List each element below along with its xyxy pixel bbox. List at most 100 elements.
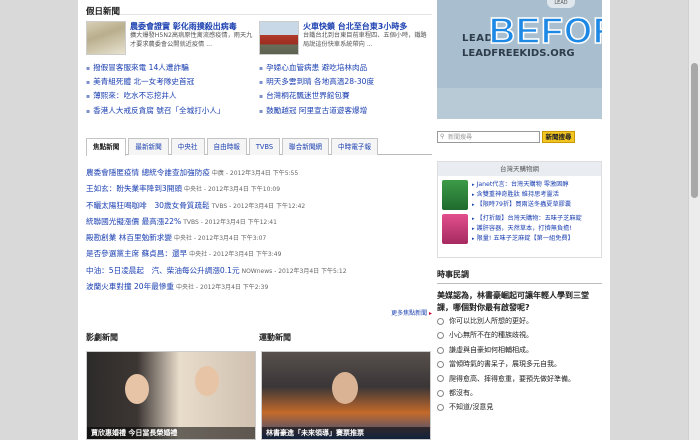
main-column: 假日新聞 農委會證實 彰化雨撲殺出病毒 擴大爆發H5N2高病原性禽流感疫情，雨天… <box>86 0 432 440</box>
poll-option[interactable]: 你可以比別人所想的更好。 <box>437 314 602 328</box>
news-item: 是否參選黨主席 蘇貞昌：還早 中央社 - 2012年3月4日 下午3:49 <box>86 246 432 262</box>
entertainment-news-title: 影劇新聞 <box>86 333 118 342</box>
feature-row: 農委會證實 彰化雨撲殺出病毒 擴大爆發H5N2高病原性禽流感疫情，雨天九才要求農… <box>86 21 432 57</box>
lead-free-ad[interactable]: LEAD LEAD LEADFREEKIDS.ORG BEFORE <box>437 0 602 119</box>
poll-option[interactable]: 謙虛與自豪如何相輔相成。 <box>437 343 602 357</box>
holiday-news-title: 假日新聞 <box>86 0 432 17</box>
player-face <box>332 372 358 404</box>
supplement-product-image[interactable] <box>442 180 468 210</box>
radio-button[interactable] <box>437 332 444 340</box>
news-item: 不曬太陽狂喝咖啡 30歲女骨質疏鬆 TVBS - 2012年3月4日 下午12:4… <box>86 198 432 214</box>
search-placeholder: 新聞搜尋 <box>448 134 473 141</box>
news-item: 殿勘創業 林百里勉新求變 中央社 - 2012年3月4日 下午3:07 <box>86 230 432 246</box>
poll-option[interactable]: 爬得愈高、摔得愈重，要預先做好準備。 <box>437 372 602 386</box>
news-tabs: 焦點新聞 最新新聞 中央社 自由時報 TVBS 聯合新聞網 中時電子報 <box>86 136 432 156</box>
news-source: 中廣 - 2012年3月4日 下午5:55 <box>211 170 299 177</box>
tab-tvbs[interactable]: TVBS <box>248 138 281 155</box>
news-list: 農委會隱匿疫情 總統令誰查加強防疫 中廣 - 2012年3月4日 下午5:55 王… <box>86 165 432 295</box>
radio-button[interactable] <box>437 317 444 325</box>
tab-liberty[interactable]: 自由時報 <box>206 138 247 155</box>
sports-news-title: 運動新聞 <box>259 333 291 342</box>
tab-udn[interactable]: 聯合新聞網 <box>282 138 330 155</box>
news-link[interactable]: 薄熙來：吃水不忘挖井人 <box>86 89 259 103</box>
poll-box: 時事民調 美媒認為，林書豪崛起可讓年輕人學到三堂課，哪個對你最有啟發呢? 你可以… <box>437 269 602 415</box>
news-headline[interactable]: 不曬太陽狂喝咖啡 30歲女骨質疏鬆 <box>86 201 210 210</box>
news-source: 中央社 - 2012年3月4日 下午3:49 <box>189 251 282 259</box>
news-link[interactable]: 鼓勵越冠 阿里宣古道遊客爆增 <box>259 104 432 118</box>
radio-button[interactable] <box>437 404 444 412</box>
tab-latest[interactable]: 最新新聞 <box>128 138 169 155</box>
news-headline[interactable]: 是否參選黨主席 蘇貞昌：還早 <box>86 249 187 258</box>
shopping-ad-link[interactable]: 護肝容器，天然草本，打擠無負擔! <box>472 224 582 234</box>
radio-button[interactable] <box>437 389 444 397</box>
tab-focus[interactable]: 焦點新聞 <box>86 138 127 156</box>
tab-cna[interactable]: 中央社 <box>170 138 205 155</box>
news-source: 中央社 - 2012年3月4日 下午10:09 <box>183 186 281 194</box>
news-headline[interactable]: 王如玄：盼失業率降到3開頭 <box>86 184 182 193</box>
sports-caption[interactable]: 林書豪進「未來領導」賽票推票 <box>262 427 430 439</box>
chicken-thumbnail[interactable] <box>86 21 126 55</box>
news-headline[interactable]: 統聯國光擬漲價 最高漲22% <box>86 217 181 226</box>
news-source: 中央社 - 2012年3月4日 下午3:07 <box>173 235 267 243</box>
shopping-ad-title: 台灣天購物網 <box>438 162 601 176</box>
shopping-ad-link[interactable]: 限量! 五味子芝麻錠【第一組免費】 <box>472 234 582 244</box>
news-item: 統聯國光擬漲價 最高漲22% TVBS - 2012年3月4日 下午12:41 <box>86 214 432 230</box>
poll-option[interactable]: 不知道/沒意見 <box>437 400 602 414</box>
news-item: 王如玄：盼失業率降到3開頭 中央社 - 2012年3月4日 下午10:09 <box>86 181 432 197</box>
entertainment-caption[interactable]: 賈欣惠婚禮 今日當長榮婚禮 <box>87 427 255 439</box>
news-link[interactable]: 美青組死體 北一女考隊史首冠 <box>86 75 259 89</box>
news-source: TVBS - 2012年3月4日 下午12:41 <box>183 218 277 226</box>
shopping-ad-item[interactable]: Janet代言：台灣天購物 零激固醇 含雙重神奇胜肽 維持思考靈活 【限時79折… <box>438 176 601 210</box>
radio-button[interactable] <box>437 375 444 383</box>
shopping-ad-link[interactable]: 【限時79折】買兩送冬蟲夏草膠囊 <box>472 200 572 210</box>
shopping-ad-link[interactable]: 【打折飯】台灣天購物：五味子芝麻錠 <box>472 214 582 224</box>
shopping-ad-link[interactable]: Janet代言：台灣天購物 零激固醇 <box>472 180 571 190</box>
news-link[interactable]: 台灣桐花飄迷世界館包賽 <box>259 89 432 103</box>
feature-item[interactable]: 火車快鎖 台北至台東3小時多 台鐵台北到台東目前車程四、五個小時，鐵路局說這份快… <box>259 21 432 57</box>
scrollbar-thumb[interactable] <box>691 63 698 198</box>
bottom-section-titles: 影劇新聞 運動新聞 <box>86 332 432 343</box>
poll-question: 美媒認為，林書豪崛起可讓年輕人學到三堂課，哪個對你最有啟發呢? <box>437 291 589 312</box>
poll-option[interactable]: 當傾時氣的書呆子，展現多元自我。 <box>437 357 602 371</box>
shopping-ad-link[interactable]: 含雙重神奇胜肽 維持思考靈活 <box>472 190 571 200</box>
news-item: 中油：5日凌晨起 汽、柴油每公升調漲0.1元 NOWnews - 2012年3月4… <box>86 263 432 279</box>
feature-title[interactable]: 火車快鎖 台北至台東3小時多 <box>303 21 427 32</box>
shopping-ad-item[interactable]: 【打折飯】台灣天購物：五味子芝麻錠 護肝容器，天然草本，打擠無負擔! 限量! 五… <box>438 210 601 244</box>
news-search: ⚲ 新聞搜尋 新聞搜尋 <box>437 131 575 143</box>
news-link[interactable]: 撥假冒客服來電 14人遭詐騙 <box>86 61 259 75</box>
news-headline[interactable]: 農委會隱匿疫情 總統令誰查加強防疫 <box>86 168 210 177</box>
news-source: NOWnews - 2012年3月4日 下午5:12 <box>241 267 347 275</box>
shopping-ad-box: 台灣天購物網 Janet代言：台灣天購物 零激固醇 含雙重神奇胜肽 維持思考靈活… <box>437 161 602 258</box>
bride-face <box>195 366 219 396</box>
news-item: 農委會隱匿疫情 總統令誰查加強防疫 中廣 - 2012年3月4日 下午5:55 <box>86 165 432 181</box>
poll-title: 時事民調 <box>437 269 602 284</box>
sports-photo[interactable]: 林書豪進「未來領導」賽票推票 <box>261 351 431 440</box>
news-link[interactable]: 孕婦心血管病患 避吃培林肉品 <box>259 61 432 75</box>
search-button[interactable]: 新聞搜尋 <box>542 131 575 143</box>
radio-button[interactable] <box>437 360 444 368</box>
more-focus-news-link[interactable]: 更多焦點新聞 <box>86 308 432 317</box>
scrollbar[interactable] <box>688 0 700 440</box>
news-headline[interactable]: 波蘭火車對撞 20年最慘重 <box>86 282 174 291</box>
sesame-product-image[interactable] <box>442 214 468 244</box>
news-headline[interactable]: 殿勘創業 林百里勉新求變 <box>86 233 172 242</box>
news-headline[interactable]: 中油：5日凌晨起 汽、柴油每公升調漲0.1元 <box>86 266 240 275</box>
news-link[interactable]: 香港人大戒反貪腐 號召「全城打小人」 <box>86 104 259 118</box>
tab-chinatimes[interactable]: 中時電子報 <box>331 138 378 155</box>
feature-title[interactable]: 農委會證實 彰化雨撲殺出病毒 <box>130 21 254 32</box>
news-source: 中央社 - 2012年3月4日 下午2:39 <box>176 284 269 292</box>
poll-option[interactable]: 都沒有。 <box>437 386 602 400</box>
feature-desc: 台鐵台北到台東目前車程四、五個小時，鐵路局說這份快車系統帶向 ... <box>303 32 427 48</box>
radio-button[interactable] <box>437 346 444 354</box>
ad-badge: LEAD <box>547 0 575 8</box>
feature-desc: 擴大爆發H5N2高病原性禽流感疫情，雨天九才要求農委會公開就近疫情 ... <box>130 32 253 48</box>
holiday-bullets: 撥假冒客服來電 14人遭詐騙 美青組死體 北一女考隊史首冠 薄熙來：吃水不忘挖井… <box>86 61 432 118</box>
search-input[interactable]: ⚲ 新聞搜尋 <box>437 131 540 143</box>
train-thumbnail[interactable] <box>259 21 299 55</box>
page: 假日新聞 農委會證實 彰化雨撲殺出病毒 擴大爆發H5N2高病原性禽流感疫情，雨天… <box>78 0 610 440</box>
entertainment-photo[interactable]: 賈欣惠婚禮 今日當長榮婚禮 <box>86 351 256 440</box>
poll-option[interactable]: 小心無所不在的種族歧視。 <box>437 328 602 342</box>
feature-item[interactable]: 農委會證實 彰化雨撲殺出病毒 擴大爆發H5N2高病原性禽流感疫情，雨天九才要求農… <box>86 21 259 57</box>
news-item: 波蘭火車對撞 20年最慘重 中央社 - 2012年3月4日 下午2:39 <box>86 279 432 295</box>
news-link[interactable]: 明天多雲到晴 各地高溫28-30度 <box>259 75 432 89</box>
